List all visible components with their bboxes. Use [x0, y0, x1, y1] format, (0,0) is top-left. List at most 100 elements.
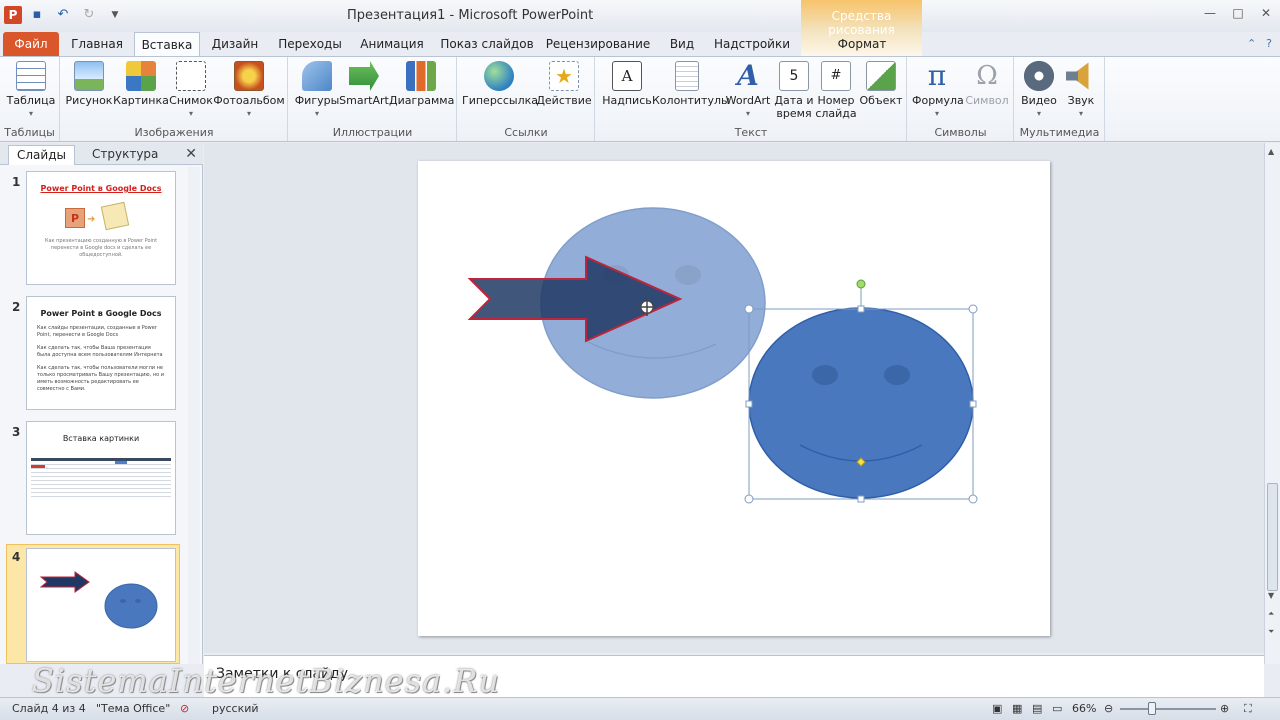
workspace-scrollbar[interactable]: ▲ ▼ ⏶ ⏷: [1264, 143, 1280, 664]
tab-outline[interactable]: Структура: [84, 145, 166, 165]
slide-2-bullet-3: Как сделать так, чтобы пользователи могл…: [37, 365, 164, 392]
textbox-icon: A: [612, 61, 642, 91]
table-icon: [16, 61, 46, 91]
panel-scrollbar[interactable]: [188, 167, 200, 664]
slide-2-bullet-2: Как сделать так, чтобы Ваша презентация …: [37, 345, 163, 358]
table-button[interactable]: Таблица ▾: [6, 61, 56, 120]
tab-insert[interactable]: Вставка: [134, 32, 200, 56]
scroll-down-icon[interactable]: ▼: [1268, 591, 1274, 600]
rotation-handle[interactable]: [856, 279, 866, 289]
reading-view-icon[interactable]: ▤: [1032, 702, 1042, 715]
group-label-illustrations: Иллюстрации: [332, 126, 413, 139]
action-star-icon: ★: [549, 61, 579, 91]
screenshot-icon: [176, 61, 206, 91]
normal-view-icon[interactable]: ▣: [992, 702, 1002, 715]
slide-thumbnail-1[interactable]: Power Point в Google Docs P ➜ Как презен…: [26, 171, 176, 285]
ribbon-tabs: Файл Главная Вставка Дизайн Переходы Ани…: [0, 32, 1280, 56]
slide-sorter-icon[interactable]: ▦: [1012, 702, 1022, 715]
screenshot-button[interactable]: Снимок ▾: [169, 61, 213, 120]
zoom-slider-thumb[interactable]: [1148, 702, 1156, 715]
powerpoint-logo-icon[interactable]: P: [4, 6, 22, 24]
tab-design[interactable]: Дизайн: [206, 32, 264, 56]
spellcheck-icon[interactable]: ⊘: [180, 702, 189, 715]
header-footer-button[interactable]: Колонтитулы: [652, 61, 730, 107]
slide-number-3: 3: [12, 425, 21, 439]
close-panel-icon[interactable]: ✕: [185, 146, 197, 162]
slide-thumbnail-3[interactable]: Вставка картинки: [26, 421, 176, 535]
film-reel-icon: [1024, 61, 1054, 91]
zoom-level[interactable]: 66%: [1072, 702, 1096, 715]
group-text: A Надпись Колонтитулы A WordArt ▾ 5 Дата …: [596, 57, 907, 141]
customize-qat-icon[interactable]: ▼: [106, 6, 124, 24]
help-icon[interactable]: ?: [1266, 37, 1272, 50]
slide-number-2: 2: [12, 300, 21, 314]
theme-name[interactable]: "Тема Office": [96, 702, 170, 715]
object-button[interactable]: Объект: [858, 61, 904, 107]
slide-thumbnail-4[interactable]: [26, 548, 176, 662]
photo-album-button[interactable]: Фотоальбом ▾: [213, 61, 285, 120]
title-bar: P ▪ ↶ ↻ ▼ Презентация1 - Microsoft Power…: [0, 0, 1280, 56]
tab-view[interactable]: Вид: [662, 32, 702, 56]
slideshow-view-icon[interactable]: ▭: [1052, 702, 1062, 715]
equation-button[interactable]: π Формула ▾: [912, 59, 964, 120]
tab-format[interactable]: Формат: [820, 32, 904, 56]
picture-button[interactable]: Рисунок: [65, 61, 113, 107]
scroll-thumb[interactable]: [1267, 483, 1278, 591]
slide-4-preview: [39, 571, 158, 629]
save-icon[interactable]: ▪: [28, 6, 46, 24]
tab-slides[interactable]: Слайды: [8, 145, 75, 165]
slide-4-arrow-shape: [39, 571, 90, 593]
slide-4-eye-left: [120, 599, 126, 603]
maximize-icon[interactable]: □: [1230, 6, 1246, 20]
tab-transitions[interactable]: Переходы: [274, 32, 346, 56]
object-icon: [866, 61, 896, 91]
close-icon[interactable]: ✕: [1258, 6, 1274, 20]
undo-icon[interactable]: ↶: [54, 6, 72, 24]
video-button[interactable]: Видео ▾: [1017, 61, 1061, 120]
slide-thumbnail-2[interactable]: Power Point в Google Docs Как слайды пре…: [26, 296, 176, 410]
group-images: Рисунок Картинка Снимок ▾ Фотоальбом ▾ Изо…: [61, 57, 288, 141]
language-indicator[interactable]: русский: [212, 702, 259, 715]
datetime-button[interactable]: 5 Дата и время: [772, 61, 816, 120]
arrow-mini-icon: ➜: [87, 214, 96, 225]
slide-shapes: [467, 207, 978, 504]
wordart-icon: A: [737, 59, 759, 92]
smartart-button[interactable]: SmartArt: [339, 61, 389, 107]
slide-canvas[interactable]: [418, 161, 1050, 636]
redo-icon[interactable]: ↻: [80, 6, 98, 24]
group-multimedia: Видео ▾ Звук ▾ Мультимедиа: [1015, 57, 1105, 141]
wordart-button[interactable]: A WordArt ▾: [722, 61, 774, 120]
window-title: Презентация1 - Microsoft PowerPoint: [347, 8, 594, 23]
shapes-button[interactable]: Фигуры ▾: [293, 61, 341, 120]
scroll-up-icon[interactable]: ▲: [1268, 147, 1274, 156]
tab-slideshow[interactable]: Показ слайдов: [440, 32, 534, 56]
smiley-face-shape[interactable]: [748, 307, 974, 499]
prev-slide-icon[interactable]: ⏶: [1268, 609, 1274, 619]
audio-button[interactable]: Звук ▾: [1061, 61, 1101, 120]
hyperlink-button[interactable]: Гиперссылка: [462, 61, 538, 107]
collapse-ribbon-icon[interactable]: ⌃: [1247, 37, 1256, 50]
action-button[interactable]: ★ Действие: [536, 61, 592, 107]
zoom-slider-track[interactable]: [1120, 708, 1216, 710]
symbol-button[interactable]: Ω Символ: [962, 61, 1012, 107]
fit-to-window-icon[interactable]: ⛶: [1244, 702, 1252, 716]
minimize-icon[interactable]: —: [1202, 6, 1218, 20]
slide-number-button[interactable]: # Номер слайда: [814, 61, 858, 120]
tab-animation[interactable]: Анимация: [355, 32, 429, 56]
zoom-in-icon[interactable]: ⊕: [1220, 702, 1229, 715]
next-slide-icon[interactable]: ⏷: [1268, 627, 1274, 637]
panel-tabs: Слайды Структура ✕: [0, 143, 203, 165]
screenshot-red-bar: [31, 465, 45, 468]
chart-button[interactable]: Диаграмма: [389, 61, 454, 107]
tab-home[interactable]: Главная: [66, 32, 128, 56]
tab-review[interactable]: Рецензирование: [545, 32, 651, 56]
tab-addins[interactable]: Надстройки: [712, 32, 792, 56]
textbox-button[interactable]: A Надпись: [600, 61, 654, 107]
zoom-out-icon[interactable]: ⊖: [1104, 702, 1113, 715]
slide-3-screenshot-image: [31, 458, 171, 500]
tab-file[interactable]: Файл: [3, 32, 59, 56]
slide-4-eye-right: [135, 599, 141, 603]
speaker-icon: [1066, 62, 1089, 90]
clipart-button[interactable]: Картинка: [113, 61, 169, 107]
pi-icon: π: [927, 59, 947, 92]
